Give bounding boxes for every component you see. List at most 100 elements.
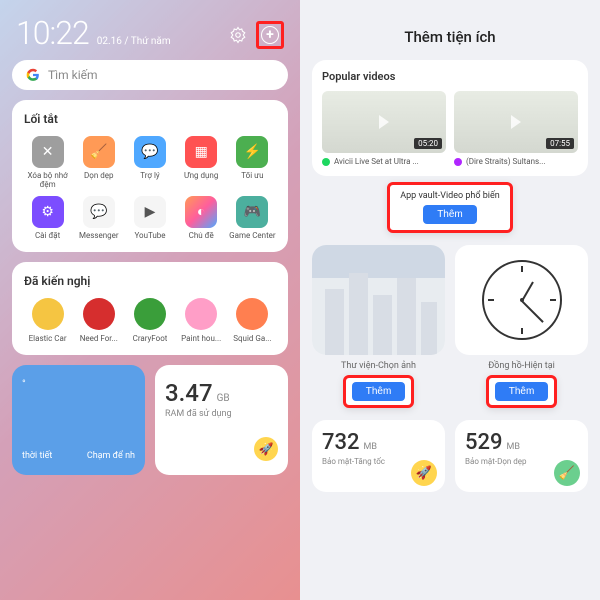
shortcut-item[interactable]: ▦ Ứng dụng xyxy=(178,136,225,190)
buildings-image xyxy=(312,245,445,355)
shortcut-icon: ⚙ xyxy=(32,196,64,228)
google-icon xyxy=(26,68,40,82)
popular-videos-card: Popular videos 05:20 Avicii Live Set at U… xyxy=(312,60,588,176)
add-clock-box: Thêm xyxy=(486,375,558,408)
gallery-widget-preview[interactable] xyxy=(312,245,445,355)
analog-clock-icon xyxy=(482,260,562,340)
shortcut-item[interactable]: ✕Xóa bộ nhớ đệm xyxy=(24,136,71,190)
stat-icon: 🧹 xyxy=(554,460,580,486)
add-video-label: App vault-Video phổ biến xyxy=(400,191,499,201)
shortcut-label: Game Center xyxy=(229,232,275,241)
shortcuts-card: Lối tắt ✕Xóa bộ nhớ đệm 🧹 Dọn dẹp 💬 Trợ lý ▦ Ứ… xyxy=(12,100,288,252)
plus-icon: + xyxy=(261,26,279,44)
add-video-widget-box: App vault-Video phổ biến Thêm xyxy=(387,182,512,233)
shortcut-label: Cài đặt xyxy=(35,232,60,241)
shortcut-icon: 🧹 xyxy=(83,136,115,168)
play-icon xyxy=(511,115,521,129)
video-title: (Dire Straits) Sultans... xyxy=(466,157,545,166)
ram-widget[interactable]: 3.47 GB RAM đã sử dụng 🚀 xyxy=(155,365,288,475)
shortcut-icon: ⚡ xyxy=(236,136,268,168)
status-spacer xyxy=(300,0,600,16)
shortcut-item[interactable]: 🎮 Game Center xyxy=(229,196,276,241)
stat-value: 529 xyxy=(465,430,503,455)
shortcut-icon: 🎮 xyxy=(236,196,268,228)
shortcut-label: Xóa bộ nhớ đệm xyxy=(24,172,71,190)
shortcut-label: Dọn dẹp xyxy=(84,172,113,181)
stat-unit: MB xyxy=(363,442,376,452)
rec-label: Squid Ga... xyxy=(233,334,271,343)
shortcut-label: Chủ đề xyxy=(189,232,214,241)
rec-icon xyxy=(32,298,64,330)
recommendation-item[interactable]: CraryFoot xyxy=(126,298,173,343)
video-duration: 07:55 xyxy=(546,138,574,149)
source-dot-icon xyxy=(322,158,330,166)
shortcut-item[interactable]: ▶YouTube xyxy=(126,196,173,241)
shortcuts-title: Lối tắt xyxy=(24,112,276,126)
rec-icon xyxy=(134,298,166,330)
shortcut-label: Trợ lý xyxy=(140,172,159,181)
clock-date: 02.16 / Thứ năm xyxy=(97,36,171,47)
ram-unit: GB xyxy=(217,393,230,404)
rec-label: CraryFoot xyxy=(133,334,168,343)
recs-title: Đã kiến nghị xyxy=(24,274,276,288)
video-thumb: 05:20 xyxy=(322,91,446,153)
shortcut-icon: ▦ xyxy=(185,136,217,168)
settings-icon[interactable] xyxy=(228,25,248,45)
video-duration: 05:20 xyxy=(414,138,442,149)
stat-value: 732 xyxy=(322,430,360,455)
clock-widget-preview[interactable] xyxy=(455,245,588,355)
stat-card[interactable]: 732 MBBảo mật-Tăng tốc🚀 xyxy=(312,420,445,492)
shortcut-icon: 💬 xyxy=(83,196,115,228)
rec-icon xyxy=(83,298,115,330)
recommendations-card: Đã kiến nghị Elastic Car Need For... Crary… xyxy=(12,262,288,355)
recommendation-item[interactable]: Elastic Car xyxy=(24,298,71,343)
shortcut-item[interactable]: 💬 Trợ lý xyxy=(126,136,173,190)
recommendation-item[interactable]: Need For... xyxy=(75,298,122,343)
stat-card[interactable]: 529 MBBảo mật-Dọn dẹp🧹 xyxy=(455,420,588,492)
video-item[interactable]: 05:20 Avicii Live Set at Ultra ... xyxy=(322,91,446,166)
shortcut-item[interactable]: 🧹 Dọn dẹp xyxy=(75,136,122,190)
shortcut-icon: 💬 xyxy=(134,136,166,168)
shortcut-item[interactable]: ⚡ Tối ưu xyxy=(229,136,276,190)
gallery-widget-label: Thư viện-Chọn ảnh xyxy=(312,361,445,371)
shortcut-item[interactable]: 💬 Messenger xyxy=(75,196,122,241)
rocket-icon: 🚀 xyxy=(254,437,278,461)
shortcut-label: Messenger xyxy=(79,232,119,241)
search-bar[interactable]: Tìm kiếm xyxy=(12,60,288,90)
shortcut-label: Tối ưu xyxy=(241,172,263,181)
rec-label: Elastic Car xyxy=(29,334,67,343)
add-button[interactable]: Thêm xyxy=(495,382,549,401)
shortcut-label: Ứng dụng xyxy=(184,172,218,181)
rec-label: Need For... xyxy=(80,334,118,343)
recommendation-item[interactable]: Paint hou... xyxy=(178,298,225,343)
ram-label: RAM đã sử dụng xyxy=(165,409,278,419)
add-widget-button[interactable]: + xyxy=(256,21,284,49)
stat-unit: MB xyxy=(506,442,519,452)
video-thumb: 07:55 xyxy=(454,91,578,153)
weather-action: Chạm để nh xyxy=(87,451,135,461)
add-button[interactable]: Thêm xyxy=(352,382,406,401)
search-placeholder: Tìm kiếm xyxy=(48,68,98,82)
widgets-screen: Thêm tiện ích Popular videos 05:20 Avicii… xyxy=(300,0,600,600)
rec-label: Paint hou... xyxy=(181,334,221,343)
clock-widget-label: Đồng hồ-Hiện tại xyxy=(455,361,588,371)
shortcut-icon: ▶ xyxy=(134,196,166,228)
video-item[interactable]: 07:55(Dire Straits) Sultans... xyxy=(454,91,578,166)
rec-icon xyxy=(185,298,217,330)
source-dot-icon xyxy=(454,158,462,166)
rec-icon xyxy=(236,298,268,330)
add-gallery-box: Thêm xyxy=(343,375,415,408)
clock-time: 10:22 xyxy=(16,14,89,52)
recommendation-item[interactable]: Squid Ga... xyxy=(229,298,276,343)
video-title: Avicii Live Set at Ultra ... xyxy=(334,157,419,166)
add-button[interactable]: Thêm xyxy=(423,205,477,224)
ram-value: 3.47 xyxy=(165,379,213,407)
status-bar: 10:22 02.16 / Thứ năm + xyxy=(0,0,300,60)
shortcut-item[interactable]: ◐Chủ đề xyxy=(178,196,225,241)
play-icon xyxy=(379,115,389,129)
weather-widget[interactable]: ° thời tiết Chạm để nh xyxy=(12,365,145,475)
shortcut-item[interactable]: ⚙ Cài đặt xyxy=(24,196,71,241)
popular-videos-title: Popular videos xyxy=(322,70,578,83)
home-screen: 10:22 02.16 / Thứ năm + Tìm kiếm Lối tắt… xyxy=(0,0,300,600)
page-title: Thêm tiện ích xyxy=(300,16,600,60)
